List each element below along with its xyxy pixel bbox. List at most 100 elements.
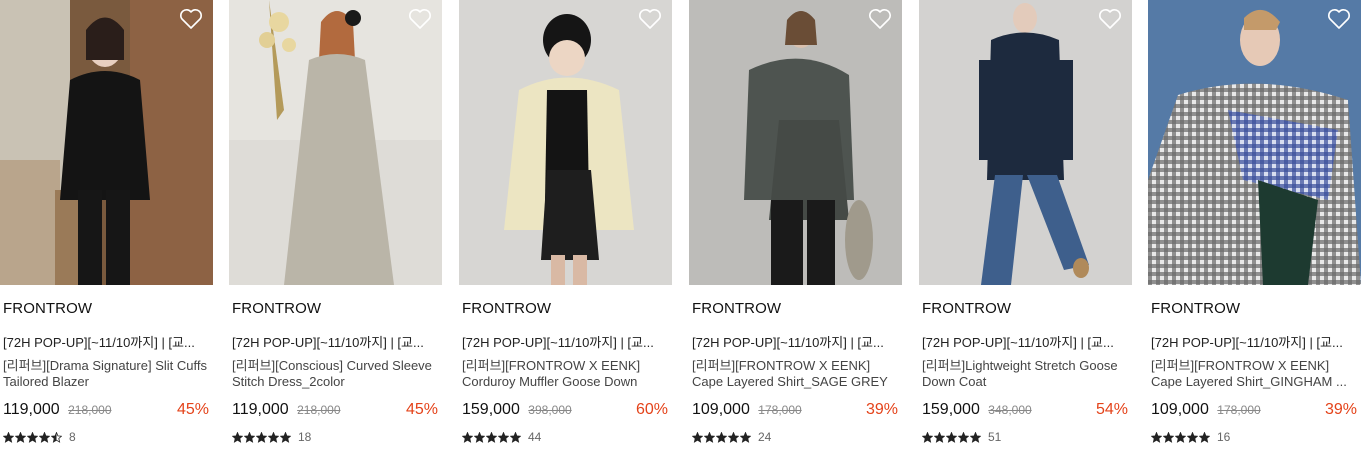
star-icon <box>1175 431 1186 443</box>
brand-name[interactable]: FRONTROW <box>919 300 1132 320</box>
discount-rate: 45% <box>176 401 209 418</box>
product-photo <box>229 0 442 285</box>
star-icon <box>244 431 255 443</box>
product-name[interactable]: [리퍼브][FRONTROW X EENK] Corduroy Muffler … <box>459 358 672 390</box>
product-image[interactable] <box>229 0 442 285</box>
product-image[interactable] <box>919 0 1132 285</box>
product-image[interactable] <box>0 0 213 285</box>
product-card[interactable]: FRONTROW [72H POP-UP][~11/10까지] | [교... … <box>919 0 1132 445</box>
star-icon <box>716 431 727 443</box>
star-icon <box>728 431 739 443</box>
brand-name[interactable]: FRONTROW <box>0 300 213 320</box>
product-name[interactable]: [리퍼브][FRONTROW X EENK] Cape Layered Shir… <box>1148 358 1361 390</box>
price-row: 109,000 178,000 39% <box>689 401 902 419</box>
product-photo <box>459 0 672 285</box>
product-name[interactable]: [리퍼브][FRONTROW X EENK] Cape Layered Shir… <box>689 358 902 390</box>
sale-price: 109,000 <box>1151 401 1209 418</box>
product-photo <box>0 0 213 285</box>
wishlist-heart-icon[interactable] <box>1098 8 1122 30</box>
star-rating <box>462 431 521 443</box>
product-card[interactable]: FRONTROW [72H POP-UP][~11/10까지] | [교... … <box>0 0 213 445</box>
star-rating <box>692 431 751 443</box>
brand-name[interactable]: FRONTROW <box>229 300 442 320</box>
star-icon <box>3 431 14 443</box>
product-name[interactable]: [리퍼브][Conscious] Curved Sleeve Stitch Dr… <box>229 358 442 390</box>
review-count: 44 <box>528 430 542 444</box>
product-photo <box>919 0 1132 285</box>
discount-rate: 39% <box>1324 401 1357 418</box>
brand-name[interactable]: FRONTROW <box>459 300 672 320</box>
review-count: 8 <box>69 430 76 444</box>
promo-tagline[interactable]: [72H POP-UP][~11/10까지] | [교... <box>229 332 442 350</box>
price-row: 159,000 348,000 54% <box>919 401 1132 419</box>
price-row: 109,000 178,000 39% <box>1148 401 1361 419</box>
promo-tagline[interactable]: [72H POP-UP][~11/10까지] | [교... <box>459 332 672 350</box>
sale-price: 119,000 <box>232 401 289 418</box>
brand-name[interactable]: FRONTROW <box>1148 300 1361 320</box>
review-count: 24 <box>758 430 772 444</box>
promo-tagline[interactable]: [72H POP-UP][~11/10까지] | [교... <box>0 332 213 350</box>
star-icon <box>1151 431 1162 443</box>
promo-tagline[interactable]: [72H POP-UP][~11/10까지] | [교... <box>689 332 902 350</box>
sale-price: 159,000 <box>462 401 520 418</box>
product-photo <box>1148 0 1361 285</box>
star-icon <box>498 431 509 443</box>
star-icon <box>1187 431 1198 443</box>
rating-row: 16 <box>1148 429 1361 445</box>
product-card[interactable]: FRONTROW [72H POP-UP][~11/10까지] | [교... … <box>689 0 902 445</box>
product-name[interactable]: [리퍼브][Drama Signature] Slit Cuffs Tailor… <box>0 358 213 390</box>
wishlist-heart-icon[interactable] <box>179 8 203 30</box>
original-price: 218,000 <box>297 403 341 417</box>
star-icon <box>946 431 957 443</box>
original-price: 178,000 <box>758 403 802 417</box>
discount-rate: 39% <box>865 401 898 418</box>
discount-rate: 45% <box>405 401 438 418</box>
star-icon <box>740 431 751 443</box>
product-row: FRONTROW [72H POP-UP][~11/10까지] | [교... … <box>0 0 1372 471</box>
price-row: 119,000 218,000 45% <box>229 401 442 419</box>
discount-rate: 54% <box>1095 401 1128 418</box>
star-icon <box>15 431 26 443</box>
original-price: 398,000 <box>528 403 572 417</box>
wishlist-heart-icon[interactable] <box>1327 8 1351 30</box>
product-card[interactable]: FRONTROW [72H POP-UP][~11/10까지] | [교... … <box>229 0 442 445</box>
star-icon <box>462 431 473 443</box>
star-icon <box>958 431 969 443</box>
sale-price: 109,000 <box>692 401 750 418</box>
sale-price: 119,000 <box>3 401 60 418</box>
product-image[interactable] <box>1148 0 1361 285</box>
star-icon <box>268 431 279 443</box>
star-icon <box>1163 431 1174 443</box>
star-icon <box>39 431 50 443</box>
brand-name[interactable]: FRONTROW <box>689 300 902 320</box>
star-icon <box>27 431 38 443</box>
product-card[interactable]: FRONTROW [72H POP-UP][~11/10까지] | [교... … <box>459 0 672 445</box>
product-image[interactable] <box>459 0 672 285</box>
product-image[interactable] <box>689 0 902 285</box>
promo-tagline[interactable]: [72H POP-UP][~11/10까지] | [교... <box>919 332 1132 350</box>
star-rating <box>922 431 981 443</box>
star-rating <box>1151 431 1210 443</box>
rating-row: 18 <box>229 429 442 445</box>
star-icon <box>280 431 291 443</box>
product-card[interactable]: FRONTROW [72H POP-UP][~11/10까지] | [교... … <box>1148 0 1361 445</box>
rating-row: 51 <box>919 429 1132 445</box>
review-count: 16 <box>1217 430 1231 444</box>
star-icon <box>510 431 521 443</box>
wishlist-heart-icon[interactable] <box>868 8 892 30</box>
product-name[interactable]: [리퍼브]Lightweight Stretch Goose Down Coat <box>919 358 1132 390</box>
wishlist-heart-icon[interactable] <box>408 8 432 30</box>
review-count: 18 <box>298 430 312 444</box>
original-price: 178,000 <box>1217 403 1261 417</box>
star-rating <box>232 431 291 443</box>
star-icon <box>922 431 933 443</box>
star-icon <box>474 431 485 443</box>
star-icon <box>51 431 62 443</box>
star-icon <box>970 431 981 443</box>
product-photo <box>689 0 902 285</box>
star-icon <box>934 431 945 443</box>
star-icon <box>692 431 703 443</box>
rating-row: 8 <box>0 429 213 445</box>
promo-tagline[interactable]: [72H POP-UP][~11/10까지] | [교... <box>1148 332 1361 350</box>
wishlist-heart-icon[interactable] <box>638 8 662 30</box>
